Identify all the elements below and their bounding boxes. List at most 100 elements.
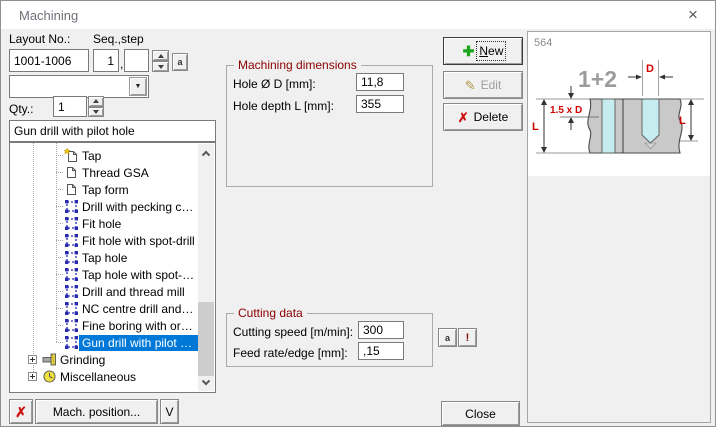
- cycle-icon: [63, 268, 79, 281]
- cutting-aux-warning-button[interactable]: !: [458, 328, 477, 347]
- scroll-up-icon[interactable]: [198, 144, 214, 159]
- qty-spin-down-icon[interactable]: [88, 107, 104, 118]
- expand-plus-icon[interactable]: [28, 372, 41, 381]
- seq-spin-down-icon[interactable]: [152, 61, 169, 72]
- tree-item[interactable]: Tap hole with spot-drill: [10, 266, 198, 283]
- close-icon[interactable]: ×: [671, 1, 715, 29]
- tree-item-label: Drill and thread mill: [79, 284, 198, 300]
- cycle-icon: [63, 200, 79, 213]
- feed-rate-label: Feed rate/edge [mm]:: [233, 346, 348, 360]
- cycle-icon: [63, 285, 79, 298]
- edit-button[interactable]: ✎ Edit: [443, 71, 523, 99]
- tree-item[interactable]: Fit hole with spot-drill: [10, 232, 198, 249]
- pilot-depth-label: 1.5 x D: [550, 105, 582, 116]
- tree-item[interactable]: Drill with pecking cycle: [10, 198, 198, 215]
- tree-item[interactable]: Gun drill with pilot hole: [10, 334, 198, 351]
- machining-dialog: Machining × Layout No.: Seq.,step , a ▼ …: [0, 0, 716, 427]
- tree-item-label: Miscellaneous: [57, 369, 198, 385]
- tree-item[interactable]: Fine boring with orient...: [10, 317, 198, 334]
- v-button[interactable]: V: [160, 399, 179, 424]
- feed-rate-input[interactable]: [358, 342, 404, 360]
- cycle-icon: [63, 319, 79, 332]
- tree-item-label: Fine boring with orient...: [79, 318, 198, 334]
- dialog-title: Machining: [19, 8, 78, 23]
- preview-image: 1+2 D 1.5 x D L L 564: [528, 32, 710, 176]
- parts-label: 1+2: [578, 66, 617, 92]
- step-input[interactable]: [124, 49, 149, 72]
- pencil-icon: ✎: [465, 79, 476, 92]
- tree-item-label: Grinding: [57, 352, 198, 368]
- tree-item-label: Fit hole: [79, 216, 198, 232]
- seq-spin-up-icon[interactable]: [152, 50, 169, 61]
- depth-left-label: L: [532, 121, 539, 133]
- tree-item-label: Tap form: [79, 182, 198, 198]
- seq-input[interactable]: [93, 49, 119, 72]
- mach-position-button[interactable]: Mach. position...: [35, 399, 158, 424]
- layout-no-label: Layout No.:: [9, 32, 70, 46]
- tree-item-label: Tap: [79, 148, 198, 164]
- hole-diameter-input[interactable]: [356, 73, 404, 91]
- cycle-icon: [63, 302, 79, 315]
- cutting-aux-a-button[interactable]: a: [438, 328, 457, 347]
- delete-x-icon: ✗: [458, 111, 469, 124]
- cutting-data-group: Cutting data Cutting speed [m/min]: Feed…: [226, 313, 433, 367]
- edit-button-label: Edit: [481, 78, 502, 92]
- red-x-icon: ✗: [15, 405, 27, 419]
- new-button[interactable]: ✚ New: [443, 37, 523, 65]
- machining-tree[interactable]: TapThread GSATap formDrill with pecking …: [9, 142, 216, 393]
- tree-item[interactable]: Drill and thread mill: [10, 283, 198, 300]
- grinding-icon: [41, 353, 57, 366]
- close-button[interactable]: Close: [441, 401, 520, 426]
- cutting-data-title: Cutting data: [234, 306, 307, 320]
- hole-depth-label: Hole depth L [mm]:: [233, 99, 334, 113]
- tree-item[interactable]: Grinding: [10, 351, 198, 368]
- misc-icon: [41, 370, 57, 383]
- tree-item[interactable]: Thread GSA: [10, 164, 198, 181]
- cycle-icon: [63, 234, 79, 247]
- tree-item-label: NC centre drill and drill: [79, 301, 198, 317]
- qty-input[interactable]: [53, 96, 87, 117]
- seq-aux-button[interactable]: a: [172, 53, 188, 71]
- expand-plus-icon[interactable]: [28, 355, 41, 364]
- scroll-down-icon[interactable]: [198, 376, 214, 391]
- tree-item-label: Thread GSA: [79, 165, 198, 181]
- delete-position-button[interactable]: ✗: [9, 399, 33, 424]
- delete-button-label: Delete: [474, 110, 509, 124]
- tree-item-label: Gun drill with pilot hole: [79, 335, 198, 351]
- qty-label: Qty.:: [9, 102, 33, 116]
- diameter-label: D: [646, 63, 654, 75]
- hole-depth-input[interactable]: [356, 95, 404, 113]
- new-button-label: New: [479, 44, 503, 58]
- cycle-icon: [63, 336, 79, 349]
- combo-arrow-icon[interactable]: ▼: [129, 77, 147, 96]
- seq-comma: ,: [120, 57, 123, 71]
- title-bar: Machining: [1, 1, 715, 29]
- seq-spinner: [152, 50, 169, 72]
- cutting-speed-label: Cutting speed [m/min]:: [233, 325, 353, 339]
- tree-item[interactable]: Fit hole: [10, 215, 198, 232]
- preview-number: 564: [534, 37, 552, 49]
- scrollbar-thumb[interactable]: [198, 302, 214, 376]
- close-button-label: Close: [465, 407, 496, 421]
- tree-item[interactable]: Miscellaneous: [10, 368, 198, 385]
- qty-spin-up-icon[interactable]: [88, 96, 104, 107]
- tree-item-label: Drill with pecking cycle: [79, 199, 198, 215]
- hole-diameter-label: Hole Ø D [mm]:: [233, 77, 316, 91]
- seq-step-label: Seq.,step: [93, 32, 144, 46]
- delete-button[interactable]: ✗ Delete: [443, 103, 523, 131]
- tree-item[interactable]: NC centre drill and drill: [10, 300, 198, 317]
- technical-drawing: 1+2 D 1.5 x D L L: [528, 32, 710, 176]
- cutting-speed-input[interactable]: [358, 321, 404, 339]
- operation-name-input[interactable]: [9, 120, 216, 142]
- tree-item[interactable]: Tap hole: [10, 249, 198, 266]
- tree-item-label: Fit hole with spot-drill: [79, 233, 198, 249]
- layout-no-input[interactable]: [9, 49, 89, 72]
- tree-item[interactable]: Tap: [10, 147, 198, 164]
- mach-position-label: Mach. position...: [53, 405, 140, 419]
- depth-right-label: L: [679, 115, 686, 127]
- tree-rows: TapThread GSATap formDrill with pecking …: [10, 147, 198, 385]
- tree-item[interactable]: Tap form: [10, 181, 198, 198]
- machining-dimensions-title: Machining dimensions: [234, 58, 361, 72]
- tree-scrollbar[interactable]: [198, 144, 214, 391]
- layout-combobox[interactable]: ▼: [9, 75, 149, 98]
